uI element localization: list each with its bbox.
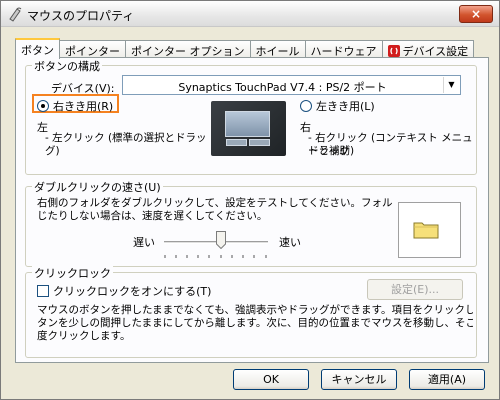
- click-lock-desc-line2: タンを少しの間押したままにしてから離します。次に、目的の位置までマウスを移動し、…: [37, 317, 473, 329]
- fast-label: 速い: [279, 236, 301, 249]
- touchpad-left-button: [226, 139, 247, 146]
- speed-slider-thumb[interactable]: [216, 231, 227, 249]
- button-config-title: ボタンの構成: [32, 58, 102, 74]
- double-click-desc-line2: じたりしない場合は、速度を遅くしてください。: [37, 210, 268, 222]
- synaptics-icon: [387, 45, 400, 57]
- right-desc-line2: ドラッグ): [308, 145, 355, 157]
- left-desc: - 左クリック (標準の選択とドラッグ): [45, 132, 207, 157]
- mouse-icon: [9, 7, 22, 22]
- apply-button[interactable]: 適用(A): [409, 369, 485, 390]
- speed-slider-ticks: [164, 255, 267, 258]
- cancel-button[interactable]: キャンセル: [321, 369, 397, 390]
- radio-unchecked-icon: [300, 100, 312, 112]
- checkbox-unchecked-icon: [37, 285, 49, 297]
- touchpad-image: [211, 101, 286, 156]
- chevron-down-icon[interactable]: ▼: [443, 77, 459, 93]
- left-handed-radio[interactable]: 左きき用(L): [300, 98, 375, 114]
- double-click-title: ダブルクリックの速さ(U): [32, 179, 163, 195]
- click-lock-settings-button[interactable]: 設定(E)...: [367, 279, 463, 300]
- click-lock-title: クリックロック: [32, 265, 113, 281]
- ok-button[interactable]: OK: [233, 369, 309, 390]
- title-bar[interactable]: マウスのプロパティ ×: [1, 1, 499, 27]
- right-handed-label: 右きき用(R): [53, 100, 114, 113]
- folder-icon[interactable]: [413, 219, 439, 239]
- test-folder-area[interactable]: [398, 202, 461, 258]
- click-lock-desc-line1: マウスのボタンを押したままでなくても、強調表示やドラッグができます。項目をクリッ…: [37, 304, 473, 316]
- slow-label: 遅い: [133, 236, 155, 249]
- click-lock-checkbox-label: クリックロックをオンにする(T): [53, 285, 212, 298]
- tab-bar: ボタン ポインター ポインター オプション ホイール ハードウェア デバイス設定: [15, 38, 475, 59]
- radio-checked-icon: [37, 100, 49, 112]
- right-handed-radio[interactable]: 右きき用(R): [37, 98, 113, 114]
- device-select[interactable]: Synaptics TouchPad V7.4 : PS/2 ポート ▼: [122, 75, 461, 95]
- window-title: マウスのプロパティ: [27, 9, 135, 23]
- touchpad-surface: [225, 111, 270, 137]
- touchpad-right-button: [249, 139, 270, 146]
- click-lock-desc-line3: 度クリックします。: [37, 330, 131, 342]
- click-lock-checkbox[interactable]: クリックロックをオンにする(T): [37, 283, 211, 299]
- left-handed-label: 左きき用(L): [316, 100, 375, 113]
- device-select-value: Synaptics TouchPad V7.4 : PS/2 ポート: [178, 81, 387, 94]
- double-click-desc-line1: 右側のフォルダをダブルクリックして、設定をテストしてください。フォルダが開いたり…: [37, 197, 393, 209]
- tab-buttons[interactable]: ボタン: [15, 38, 60, 59]
- mouse-properties-window: マウスのプロパティ × ボタン ポインター ポインター オプション ホイール ハ…: [0, 0, 500, 400]
- close-button[interactable]: ×: [459, 5, 493, 23]
